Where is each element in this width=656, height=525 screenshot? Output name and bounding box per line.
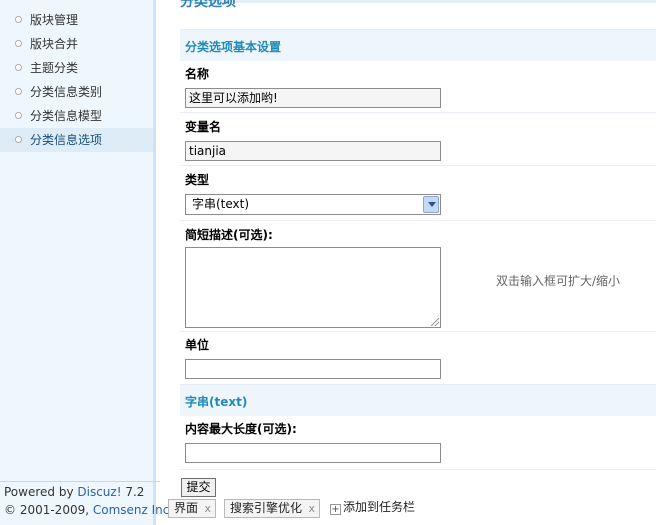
row-divider	[180, 112, 656, 113]
page-title: 分类选项	[180, 0, 236, 10]
powered-by-prefix: Powered by	[4, 485, 78, 499]
name-input[interactable]: 这里可以添加哟!	[185, 88, 441, 108]
sidebar-item-label: 主题分类	[30, 61, 79, 75]
variable-input[interactable]: tianjia	[185, 141, 441, 161]
unit-label: 单位	[185, 338, 210, 352]
discuz-link[interactable]: Discuz!	[77, 485, 121, 499]
maxlength-input[interactable]	[185, 443, 441, 463]
name-label: 名称	[185, 67, 210, 81]
taskbar-item-label: 搜索引擎优化	[230, 501, 303, 515]
sidebar-item-forum-manage[interactable]: 版块管理	[0, 8, 153, 32]
sidebar-item-label: 版块管理	[30, 13, 79, 27]
row-divider	[180, 165, 656, 166]
plus-icon: +	[330, 504, 341, 515]
chevron-down-icon[interactable]	[423, 196, 439, 213]
bullet-icon	[15, 112, 22, 119]
sidebar-item-label: 分类信息选项	[30, 133, 103, 147]
main-content: 分类选项 分类选项基本设置 名称 这里可以添加哟! 变量名 tianjia 类型…	[159, 0, 656, 525]
row-divider	[180, 469, 656, 470]
sidebar-item-forum-merge[interactable]: 版块合并	[0, 32, 153, 56]
bullet-icon	[15, 16, 22, 23]
sidebar-item-info-option[interactable]: 分类信息选项	[0, 128, 153, 152]
bullet-icon	[15, 136, 22, 143]
type-select[interactable]: 字串(text)	[185, 194, 441, 215]
bullet-icon	[15, 64, 22, 71]
copyright-prefix: © 2001-2009,	[4, 503, 93, 517]
taskbar-item-seo[interactable]: 搜索引擎优化 x	[224, 499, 320, 518]
resize-grip-icon[interactable]	[431, 318, 439, 326]
submit-button[interactable]: 提交	[181, 478, 216, 497]
taskbar: 界面 x 搜索引擎优化 x + 添加到任务栏	[166, 499, 656, 519]
add-to-taskbar-button[interactable]: + 添加到任务栏	[330, 499, 415, 518]
add-to-taskbar-label: 添加到任务栏	[343, 500, 416, 514]
sidebar-item-thread-types[interactable]: 主题分类	[0, 56, 153, 80]
description-hint: 双击输入框可扩大/缩小	[496, 274, 621, 288]
section-header-text: 字串(text)	[180, 384, 656, 416]
page-title-bar	[180, 0, 656, 3]
row-divider	[180, 220, 656, 221]
bullet-icon	[15, 88, 22, 95]
bullet-icon	[15, 40, 22, 47]
sidebar-item-info-category[interactable]: 分类信息类别	[0, 80, 153, 104]
sidebar-item-label: 分类信息模型	[30, 109, 103, 123]
sidebar-item-label: 分类信息类别	[30, 85, 103, 99]
variable-label: 变量名	[185, 120, 222, 134]
sidebar-item-info-model[interactable]: 分类信息模型	[0, 104, 153, 128]
section-header-basic: 分类选项基本设置	[180, 29, 656, 61]
maxlength-label: 内容最大长度(可选):	[185, 422, 297, 436]
copyright: © 2001-2009, Comsenz Inc.	[4, 503, 173, 517]
powered-by: Powered by Discuz! 7.2	[4, 485, 144, 499]
sidebar-item-label: 版块合并	[30, 37, 79, 51]
type-label: 类型	[185, 173, 210, 187]
unit-input[interactable]	[185, 359, 441, 379]
row-divider	[180, 331, 656, 332]
taskbar-item-label: 界面	[174, 501, 199, 515]
section-title: 字串(text)	[185, 395, 248, 409]
description-textarea[interactable]	[185, 247, 441, 328]
close-icon[interactable]: x	[308, 500, 315, 517]
type-select-value: 字串(text)	[192, 197, 250, 211]
section-title: 分类选项基本设置	[185, 40, 282, 54]
taskbar-item-ui[interactable]: 界面 x	[168, 499, 216, 518]
sidebar-menu: 版块管理 版块合并 主题分类 分类信息类别 分类信息模型 分类信息选项	[0, 8, 153, 152]
close-icon[interactable]: x	[204, 500, 211, 517]
description-label: 简短描述(可选):	[185, 228, 273, 242]
sidebar: 版块管理 版块合并 主题分类 分类信息类别 分类信息模型 分类信息选项 Powe…	[0, 0, 173, 525]
version-text: 7.2	[121, 485, 145, 499]
footer-divider	[0, 481, 160, 482]
